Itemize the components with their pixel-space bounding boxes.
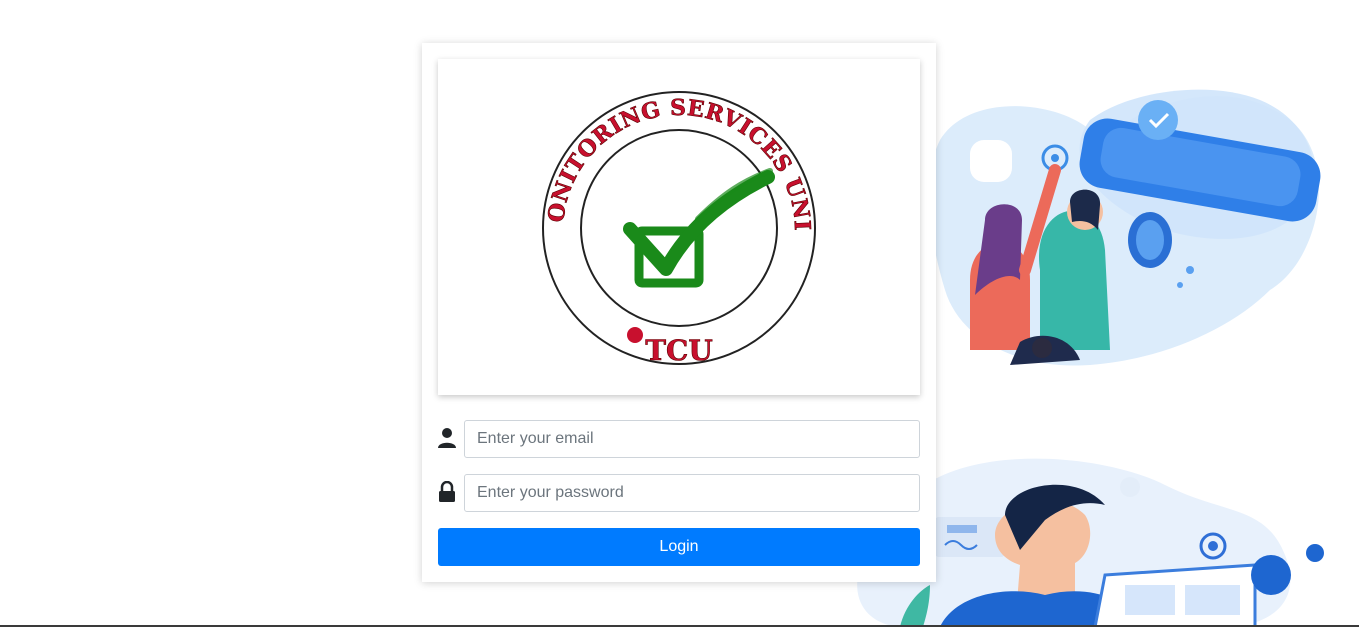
user-icon [438,428,456,448]
login-card: MONITORING SERVICES UNIT TCU Login [422,43,936,582]
password-row [438,474,920,512]
monitoring-services-unit-logo: MONITORING SERVICES UNIT TCU [438,59,816,367]
logo-panel: MONITORING SERVICES UNIT TCU [438,59,920,395]
login-button[interactable]: Login [438,528,920,566]
password-input[interactable] [464,474,920,512]
email-input[interactable] [464,420,920,458]
team-illustration-top [930,89,1321,366]
lock-icon [439,481,455,502]
logo-bottom-text: TCU [645,334,713,367]
email-row [438,420,920,458]
